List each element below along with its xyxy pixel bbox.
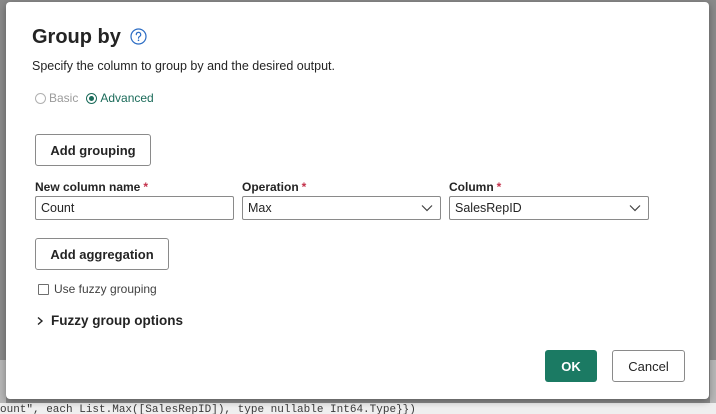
radio-basic-label: Basic	[49, 91, 79, 105]
add-aggregation-button[interactable]: Add aggregation	[35, 238, 169, 270]
use-fuzzy-grouping-label: Use fuzzy grouping	[54, 282, 157, 296]
fuzzy-group-options-label: Fuzzy group options	[51, 313, 183, 328]
operation-select[interactable]: Max	[242, 196, 441, 220]
use-fuzzy-grouping-row[interactable]: Use fuzzy grouping	[38, 282, 157, 296]
required-marker: *	[496, 180, 502, 194]
required-marker: *	[143, 180, 149, 194]
radio-basic[interactable]: Basic	[35, 91, 78, 105]
required-marker: *	[301, 180, 307, 194]
fuzzy-group-options-expander[interactable]: Fuzzy group options	[35, 313, 183, 328]
operation-label: Operation *	[242, 180, 306, 194]
new-column-name-label-text: New column name	[35, 180, 141, 194]
column-select[interactable]: SalesRepID	[449, 196, 649, 220]
chevron-down-icon	[629, 205, 641, 212]
operation-label-text: Operation	[242, 180, 299, 194]
radio-basic-circle[interactable]	[35, 92, 46, 104]
column-label-text: Column	[449, 180, 494, 194]
column-label: Column *	[449, 180, 501, 194]
operation-value: Max	[248, 201, 272, 215]
chevron-right-icon	[37, 316, 44, 325]
new-column-name-input[interactable]: Count	[35, 196, 234, 220]
background-formula-bar: ount", each List.Max([SalesRepID]), type…	[0, 403, 716, 414]
column-value: SalesRepID	[455, 201, 522, 215]
radio-advanced-circle[interactable]	[86, 92, 98, 104]
radio-advanced-label: Advanced	[100, 91, 154, 105]
use-fuzzy-grouping-checkbox[interactable]	[38, 283, 49, 295]
background-code-line: ount", each List.Max([SalesRepID]), type…	[0, 404, 416, 414]
group-by-dialog: Group by Specify the column to group by …	[6, 2, 709, 399]
mode-radio-group: Basic Advanced	[35, 91, 162, 105]
background-editor-strip-right	[710, 360, 716, 403]
chevron-down-icon	[421, 205, 433, 212]
radio-advanced[interactable]: Advanced	[86, 91, 154, 105]
dialog-title: Group by	[32, 26, 121, 48]
help-icon[interactable]	[129, 27, 148, 46]
new-column-name-label: New column name *	[35, 180, 148, 194]
ok-button[interactable]: OK	[545, 350, 597, 382]
add-grouping-button[interactable]: Add grouping	[35, 134, 151, 166]
new-column-name-value: Count	[41, 201, 75, 215]
dialog-subtitle: Specify the column to group by and the d…	[32, 59, 335, 73]
cancel-button[interactable]: Cancel	[612, 350, 685, 382]
